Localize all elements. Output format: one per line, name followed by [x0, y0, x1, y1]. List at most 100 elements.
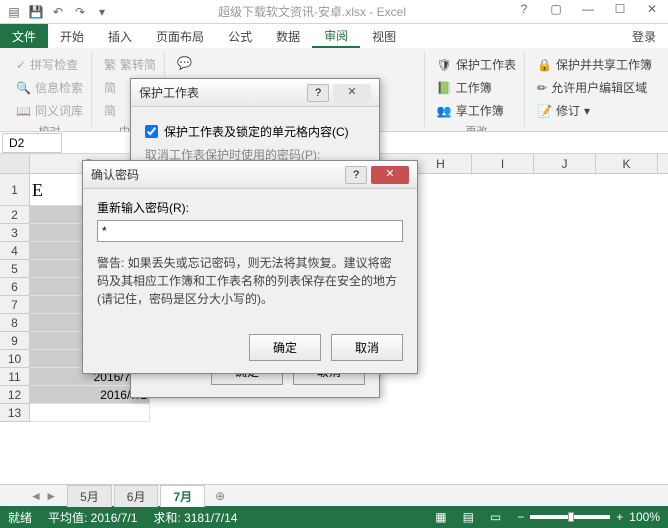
- undo-icon[interactable]: ↶: [48, 2, 68, 22]
- new-sheet-button[interactable]: ⊕: [207, 489, 233, 503]
- zoom-value[interactable]: 100%: [629, 510, 660, 524]
- row-header[interactable]: 8: [0, 314, 30, 332]
- window-controls: ? ▢ — ☐ ✕: [512, 2, 664, 22]
- login-link[interactable]: 登录: [620, 24, 668, 49]
- row-header[interactable]: 10: [0, 350, 30, 368]
- row-header[interactable]: 11: [0, 368, 30, 386]
- view-normal-icon[interactable]: ▦: [435, 510, 446, 524]
- col-header[interactable]: K: [596, 154, 658, 173]
- row-header[interactable]: 6: [0, 278, 30, 296]
- ribbon-toggle-icon[interactable]: ▢: [544, 2, 568, 22]
- tab-home[interactable]: 开始: [48, 24, 96, 48]
- tab-data[interactable]: 数据: [264, 24, 312, 48]
- dialog-buttons: 确定 取消: [83, 326, 417, 373]
- redo-icon[interactable]: ↷: [70, 2, 90, 22]
- group-label-proofing: 校对: [12, 123, 87, 132]
- tab-formula[interactable]: 公式: [216, 24, 264, 48]
- workbook-button[interactable]: 📗工作簿: [433, 77, 520, 98]
- tab-view[interactable]: 视图: [360, 24, 408, 48]
- shield-icon: 🛡: [437, 58, 452, 72]
- dialog-titlebar[interactable]: 保护工作表 ? ✕: [131, 79, 379, 107]
- simp-icon: 简: [104, 79, 116, 96]
- tab-layout[interactable]: 页面布局: [144, 24, 216, 48]
- tab-insert[interactable]: 插入: [96, 24, 144, 48]
- row-header[interactable]: 3: [0, 224, 30, 242]
- simp2-icon: 简: [104, 102, 116, 119]
- status-ready: 就绪: [8, 509, 32, 526]
- col-header[interactable]: I: [472, 154, 534, 173]
- row-header[interactable]: 12: [0, 386, 30, 404]
- protect-sheet-button[interactable]: 🛡保护工作表: [433, 54, 520, 75]
- row-header[interactable]: 9: [0, 332, 30, 350]
- dialog-close-icon[interactable]: ✕: [371, 166, 409, 184]
- tab-review[interactable]: 审阅: [312, 24, 360, 48]
- research-button[interactable]: 🔍信息检索: [12, 77, 87, 98]
- row-header[interactable]: 4: [0, 242, 30, 260]
- zoom-slider[interactable]: [530, 515, 610, 519]
- row-header[interactable]: 13: [0, 404, 30, 422]
- dialog-title: 保护工作表: [139, 84, 307, 101]
- minimize-icon[interactable]: —: [576, 2, 600, 22]
- maximize-icon[interactable]: ☐: [608, 2, 632, 22]
- reenter-label: 重新输入密码(R):: [97, 199, 403, 216]
- share-button[interactable]: 👥享工作簿: [433, 100, 520, 121]
- track-icon: 📝: [537, 104, 552, 118]
- checkbox-label: 保护工作表及锁定的单元格内容(C): [164, 123, 349, 140]
- comment-icon-1[interactable]: 💬: [173, 54, 420, 72]
- dialog-help-icon[interactable]: ?: [345, 166, 367, 184]
- tab-file[interactable]: 文件: [0, 24, 48, 48]
- group-label-changes: 更改: [433, 123, 520, 132]
- quick-access-toolbar: ▤ 💾 ↶ ↷ ▾: [4, 2, 112, 22]
- qat-dropdown-icon[interactable]: ▾: [92, 2, 112, 22]
- sheet-tab-jun[interactable]: 6月: [114, 485, 159, 507]
- thesaurus-button[interactable]: 📖同义词库: [12, 100, 87, 121]
- allow-edit-button[interactable]: ✏允许用户编辑区域: [533, 77, 656, 98]
- select-all-corner[interactable]: [0, 154, 30, 173]
- table-row: 13: [0, 404, 668, 422]
- view-layout-icon[interactable]: ▤: [463, 510, 474, 524]
- zoom-thumb[interactable]: [568, 512, 574, 522]
- status-sum: 求和: 3181/7/14: [153, 509, 237, 526]
- row-header[interactable]: 5: [0, 260, 30, 278]
- cell[interactable]: [30, 404, 150, 422]
- ribbon-tabs: 文件 开始 插入 页面布局 公式 数据 审阅 视图 登录: [0, 24, 668, 48]
- sheet-tabs: ◄ ► 5月 6月 7月 ⊕: [0, 484, 668, 506]
- dialog-titlebar[interactable]: 确认密码 ? ✕: [83, 161, 417, 189]
- spellcheck-button[interactable]: ✓拼写检查: [12, 54, 87, 75]
- row-header[interactable]: 7: [0, 296, 30, 314]
- row-header[interactable]: 1: [0, 174, 30, 206]
- help-icon[interactable]: ?: [512, 2, 536, 22]
- dialog-body: 重新输入密码(R): 警告: 如果丢失或忘记密码，则无法将其恢复。建议将密码及其…: [83, 189, 417, 326]
- zoom-control[interactable]: − + 100%: [517, 510, 660, 524]
- dialog-close-icon[interactable]: ✕: [333, 84, 371, 102]
- simplified-button[interactable]: 繁繁转简: [100, 54, 160, 75]
- dialog-help-icon[interactable]: ?: [307, 84, 329, 102]
- sheet-tab-may[interactable]: 5月: [67, 485, 112, 507]
- sheet-tab-jul[interactable]: 7月: [160, 485, 205, 507]
- sheet-nav[interactable]: ◄ ►: [30, 489, 57, 503]
- view-break-icon[interactable]: ▭: [490, 510, 501, 524]
- cancel-button[interactable]: 取消: [331, 334, 403, 361]
- checkbox[interactable]: [145, 125, 158, 138]
- spellcheck-icon: ✓: [16, 58, 26, 72]
- statusbar: 就绪 平均值: 2016/7/1 求和: 3181/7/14 ▦ ▤ ▭ − +…: [0, 506, 668, 528]
- col-header[interactable]: J: [534, 154, 596, 173]
- col-header[interactable]: H: [410, 154, 472, 173]
- zoom-out-icon[interactable]: −: [517, 510, 524, 524]
- ok-button[interactable]: 确定: [249, 334, 321, 361]
- warning-text: 警告: 如果丢失或忘记密码，则无法将其恢复。建议将密码及其相应工作簿和工作表名称…: [97, 254, 403, 308]
- protect-share-button[interactable]: 🔒保护并共享工作簿: [533, 54, 656, 75]
- save-icon[interactable]: 💾: [26, 2, 46, 22]
- excel-icon[interactable]: ▤: [4, 2, 24, 22]
- name-box[interactable]: D2: [2, 133, 62, 153]
- zoom-in-icon[interactable]: +: [616, 510, 623, 524]
- protect-contents-checkbox[interactable]: 保护工作表及锁定的单元格内容(C): [145, 123, 365, 140]
- close-icon[interactable]: ✕: [640, 2, 664, 22]
- window-title: 超级下载软文资讯-安卓.xlsx - Excel: [112, 3, 512, 20]
- thesaurus-icon: 📖: [16, 104, 31, 118]
- trad-icon: 繁: [104, 56, 116, 73]
- track-changes-button[interactable]: 📝修订 ▾: [533, 100, 656, 121]
- password-input[interactable]: [97, 220, 403, 242]
- book-icon: 📗: [437, 81, 452, 95]
- row-header[interactable]: 2: [0, 206, 30, 224]
